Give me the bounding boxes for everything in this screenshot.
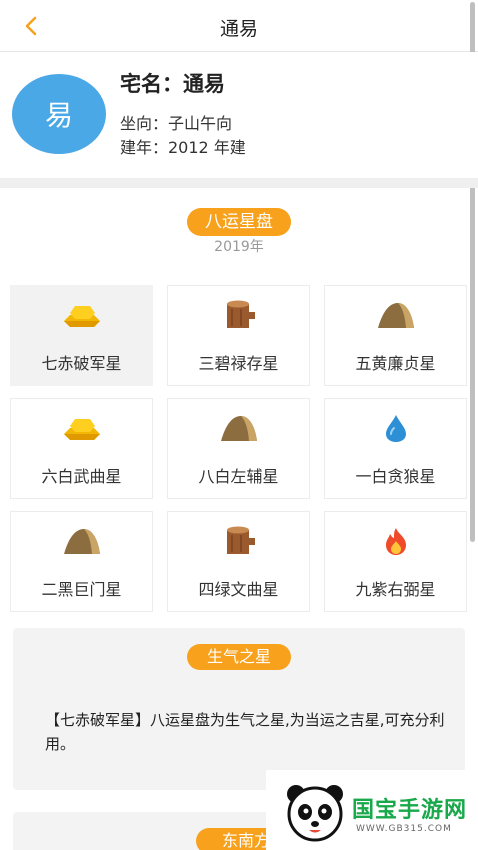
watermark-url: WWW.GB315.COM [356,824,452,834]
fire-icon [374,526,418,556]
star-cell-wuhuang-lianzhen[interactable]: 五黄廉贞星 [324,285,467,386]
star-label: 二黑巨门星 [41,580,122,599]
detail-title-badge: 生气之星 [187,644,291,670]
gold-bars-icon [60,300,104,330]
star-label: 五黄廉贞星 [355,354,436,373]
star-label: 八白左辅星 [198,467,279,486]
panda-logo-icon [287,785,343,842]
section-divider [0,178,478,188]
star-cell-jiuzi-youbi[interactable]: 九紫右弼星 [324,511,467,612]
star-detail-card: 生气之星 【七赤破军星】八运星盘为生气之星,为当运之吉星,可充分利用。 [13,628,465,790]
site-watermark: 国宝手游网 WWW.GB315.COM [266,770,478,850]
star-cell-silv-wenqu[interactable]: 四绿文曲星 [167,511,310,612]
watermark-logo-text: 国宝手游网 [352,798,468,823]
water-drop-icon [374,413,418,443]
earth-mound-icon [60,526,104,556]
gold-bars-icon [60,413,104,443]
house-info-panel: 易 宅名：通易 坐向：子山午向 建年：2012 年建 [0,52,478,178]
earth-mound-icon [374,300,418,330]
star-label: 六白武曲星 [41,467,122,486]
house-build-year: 建年：2012 年建 [120,138,246,157]
page-title: 通易 [219,18,258,40]
star-cell-yibai-tanlang[interactable]: 一白贪狼星 [324,398,467,499]
star-label: 九紫右弼星 [355,580,436,599]
top-nav-bar: 通易 [0,0,478,52]
star-label: 一白贪狼星 [355,467,436,486]
star-cell-qichi-pojun[interactable]: 七赤破军星 [10,285,153,386]
star-label: 四绿文曲星 [198,580,279,599]
star-label: 三碧禄存星 [198,354,279,373]
star-cell-sanbi-lucun[interactable]: 三碧禄存星 [167,285,310,386]
detail-text: 【七赤破军星】八运星盘为生气之星,为当运之吉星,可充分利用。 [45,711,445,753]
wood-stump-icon [217,526,261,556]
star-cell-liubai-wuqu[interactable]: 六白武曲星 [10,398,153,499]
avatar: 易 [12,74,106,154]
star-cell-erhei-jumen[interactable]: 二黑巨门星 [10,511,153,612]
house-name: 宅名：通易 [120,72,225,96]
earth-mound-icon [217,413,261,443]
house-direction: 坐向：子山午向 [120,114,233,133]
chart-title-badge: 八运星盘 [187,208,291,236]
chart-year: 2019年 [214,239,264,255]
star-label: 七赤破军星 [41,354,122,373]
wood-stump-icon [217,300,261,330]
star-cell-babai-zuofu[interactable]: 八白左辅星 [167,398,310,499]
